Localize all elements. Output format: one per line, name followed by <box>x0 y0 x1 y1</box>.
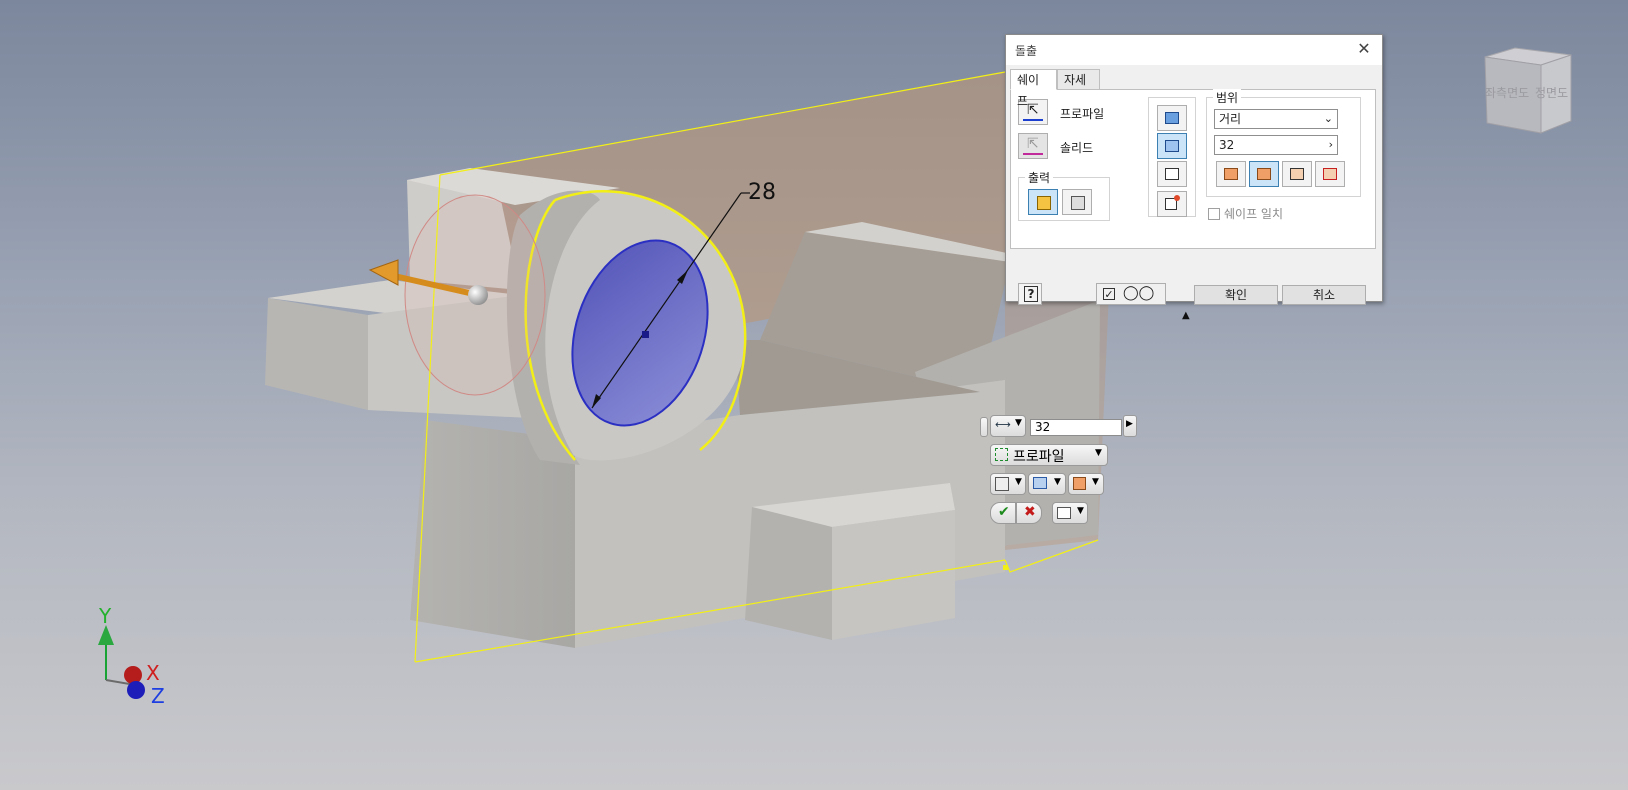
direction-1-icon <box>1224 168 1238 180</box>
help-button[interactable]: ? <box>1018 283 1042 305</box>
profile-label: 프로파일 <box>1060 107 1105 121</box>
surface-cube-icon <box>1071 196 1085 210</box>
chevron-down-icon: ▼ <box>1015 418 1022 428</box>
close-icon[interactable]: ✕ <box>1354 39 1374 59</box>
cut-button[interactable] <box>1157 133 1187 159</box>
preview-toggle[interactable]: ✓ ◯◯ <box>1096 283 1166 305</box>
preview-corner-handle[interactable] <box>1003 565 1008 570</box>
direction-type-button[interactable]: ▼ <box>1068 473 1104 495</box>
chevron-down-icon: ▼ <box>1015 477 1022 487</box>
range-distance-value: 32 <box>1219 138 1235 152</box>
range-group-title: 범위 <box>1213 89 1242 106</box>
ok-button[interactable]: 확인 <box>1194 285 1278 305</box>
output-solid-button[interactable] <box>1028 189 1058 215</box>
output-surface-button[interactable] <box>1062 189 1092 215</box>
play-icon: ▶ <box>1126 419 1133 429</box>
chevron-down-icon: ⌄ <box>1323 112 1333 125</box>
axis-z-label: Z <box>151 684 165 708</box>
chevron-down-icon: ▼ <box>1077 506 1084 516</box>
chevron-down-icon: ▼ <box>1092 477 1099 487</box>
direction-2-button[interactable] <box>1249 161 1279 187</box>
mini-toolbar[interactable]: ⟷ ▼ 32 ▶ 프로파일 ▼ ▼ ▼ ▼ ✔ ✖ ▼ <box>980 415 1150 530</box>
3d-viewport[interactable]: 28 Y X Z 좌측면도 정면도 ⟷ ▼ 32 ▶ 프로파일 ▼ ▼ ▼ ▼ … <box>0 0 1628 790</box>
range-distance-input[interactable]: 32 › <box>1214 135 1338 155</box>
match-shape-label: 쉐이프 일치 <box>1224 207 1284 221</box>
join-icon <box>1165 112 1179 124</box>
viewcube-front-label: 정면도 <box>1535 86 1568 100</box>
glasses-icon: ◯◯ <box>1123 285 1155 301</box>
cursor-arrow-icon: ⇱ <box>1027 102 1039 118</box>
help-icon: ? <box>1024 286 1038 302</box>
minibar-cancel-button[interactable]: ✖ <box>1016 502 1042 524</box>
solid-cube-icon <box>995 477 1009 491</box>
minibar-options-button[interactable]: ▼ <box>1052 502 1088 524</box>
asymmetric-button[interactable] <box>1315 161 1345 187</box>
dialog-titlebar[interactable]: 돌출 ✕ <box>1006 35 1382 65</box>
direction-2-icon <box>1257 168 1271 180</box>
chevron-right-icon: › <box>1328 138 1333 151</box>
distance-type-button[interactable]: ⟷ ▼ <box>990 415 1026 437</box>
manipulator-ball[interactable] <box>468 285 488 305</box>
minibar-grip[interactable] <box>980 417 988 437</box>
profile-select-icon <box>995 448 1008 461</box>
close-icon: ✖ <box>1024 504 1036 520</box>
intersect-icon <box>1165 168 1179 180</box>
front-block-front <box>745 507 832 640</box>
output-type-button[interactable]: ▼ <box>990 473 1026 495</box>
axis-y-cone <box>98 625 114 645</box>
solid-select-button[interactable]: ⇱ <box>1018 133 1048 159</box>
check-icon: ✔ <box>998 504 1010 520</box>
model-scene[interactable]: 28 Y X Z <box>0 0 1628 790</box>
front-block-side <box>832 510 955 640</box>
distance-icon: ⟷ <box>995 418 1011 431</box>
expand-arrow-icon[interactable]: ▲ <box>1182 310 1190 321</box>
direction-icon <box>1073 477 1086 490</box>
range-type-dropdown[interactable]: 거리 ⌄ <box>1214 109 1338 129</box>
distance-apply-button[interactable]: ▶ <box>1123 415 1137 437</box>
match-shape-checkbox[interactable] <box>1208 208 1220 220</box>
asymmetric-icon <box>1323 168 1337 180</box>
join-button[interactable] <box>1157 105 1187 131</box>
axis-x-cone <box>124 666 142 684</box>
minibar-ok-button[interactable]: ✔ <box>990 502 1016 524</box>
range-type-value: 거리 <box>1219 112 1242 126</box>
direction-1-button[interactable] <box>1216 161 1246 187</box>
cursor-arrow-gray-icon: ⇱ <box>1027 136 1039 152</box>
dialog-title: 돌출 <box>1015 44 1038 58</box>
solid-cube-icon <box>1037 196 1051 210</box>
minibar-profile-label: 프로파일 <box>1013 449 1065 465</box>
join-type-button[interactable]: ▼ <box>1028 473 1066 495</box>
minibar-profile-button[interactable]: 프로파일 ▼ <box>990 444 1108 466</box>
chevron-down-icon: ▼ <box>1054 477 1061 487</box>
solid-label: 솔리드 <box>1060 141 1094 155</box>
symmetric-icon <box>1290 168 1304 180</box>
tab-shape[interactable]: 쉐이프 <box>1010 69 1057 108</box>
viewcube-left-label: 좌측면도 <box>1485 86 1529 100</box>
cut-icon <box>1165 140 1179 152</box>
checkbox-icon: ✓ <box>1103 288 1115 301</box>
output-group-title: 출력 <box>1025 169 1054 186</box>
cancel-button[interactable]: 취소 <box>1282 285 1366 305</box>
options-list-icon <box>1057 507 1071 519</box>
viewcube[interactable]: 좌측면도 정면도 <box>1475 45 1573 135</box>
join-icon <box>1033 477 1047 489</box>
distance-input[interactable]: 32 <box>1030 419 1122 436</box>
new-solid-button[interactable] <box>1157 191 1187 217</box>
symmetric-button[interactable] <box>1282 161 1312 187</box>
left-block-front <box>265 298 368 410</box>
axis-z-cone <box>127 681 145 699</box>
axis-x-label: X <box>146 661 160 685</box>
axis-y-label: Y <box>98 604 112 628</box>
intersect-button[interactable] <box>1157 161 1187 187</box>
hole-center-point[interactable] <box>642 331 649 338</box>
tab-detail[interactable]: 자세히 <box>1057 69 1100 108</box>
dimension-label[interactable]: 28 <box>748 180 776 205</box>
extrude-dialog[interactable]: 돌출 ✕ 쉐이프 자세히 ⇱ 프로파일 ⇱ 솔리드 출력 범위 거 <box>1005 34 1383 321</box>
chevron-down-icon: ▼ <box>1095 448 1102 458</box>
